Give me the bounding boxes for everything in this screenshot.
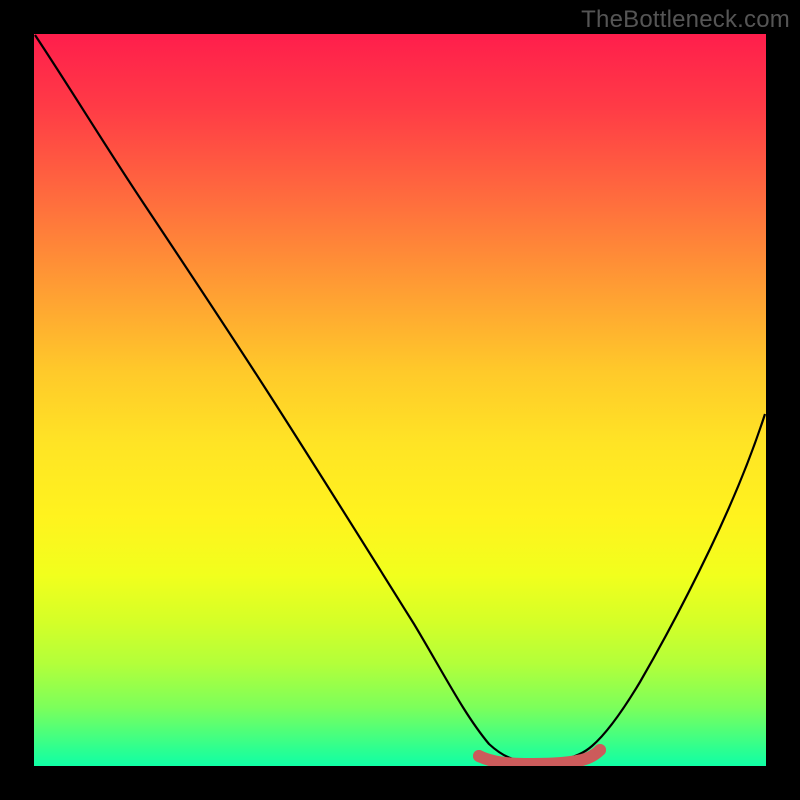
optimal-band-start-dot <box>473 750 485 762</box>
bottleneck-curve-path <box>35 35 765 762</box>
chart-svg <box>34 34 766 766</box>
watermark-text: TheBottleneck.com <box>581 6 790 34</box>
optimal-band-end-dot <box>594 744 606 756</box>
chart-plot-area <box>34 34 766 766</box>
